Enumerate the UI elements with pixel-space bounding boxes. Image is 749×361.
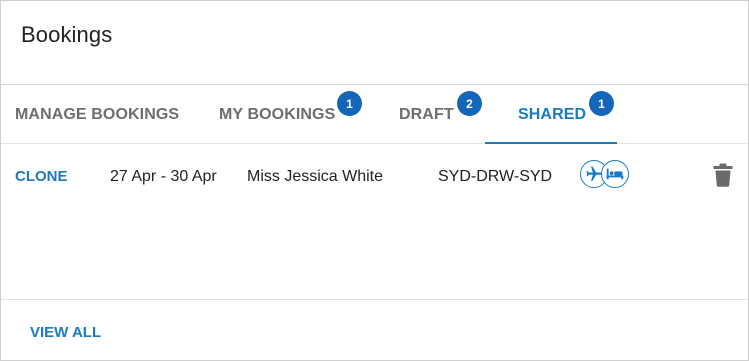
trash-icon[interactable]	[713, 163, 735, 189]
service-icons	[580, 160, 632, 190]
view-all-link[interactable]: VIEW ALL	[30, 324, 101, 341]
count-badge: 2	[457, 91, 482, 116]
count-badge: 1	[337, 91, 362, 116]
tab-label: SHARED	[518, 106, 587, 123]
booking-row: CLONE 27 Apr - 30 Apr Miss Jessica White…	[1, 144, 748, 208]
bookings-panel: Bookings MANAGE BOOKINGS MY BOOKINGS 1 D…	[0, 0, 749, 361]
panel-header: Bookings	[1, 1, 748, 85]
hotel-bed-icon	[601, 160, 629, 188]
booking-tabs: MANAGE BOOKINGS MY BOOKINGS 1 DRAFT 2 SH…	[1, 86, 748, 144]
tab-manage-bookings[interactable]: MANAGE BOOKINGS	[15, 86, 185, 143]
route: SYD-DRW-SYD	[438, 168, 553, 185]
tab-label: MANAGE BOOKINGS	[15, 106, 180, 123]
traveller-name: Miss Jessica White	[247, 168, 384, 185]
tab-label: MY BOOKINGS	[219, 106, 336, 123]
clone-button[interactable]: CLONE	[15, 168, 68, 185]
tab-my-bookings[interactable]: MY BOOKINGS 1	[219, 86, 369, 143]
tab-shared[interactable]: SHARED 1	[485, 86, 617, 144]
count-badge: 1	[589, 91, 614, 116]
tab-label: DRAFT	[399, 106, 454, 123]
tab-draft[interactable]: DRAFT 2	[399, 86, 489, 143]
panel-footer: VIEW ALL	[1, 299, 748, 361]
page-title: Bookings	[21, 22, 113, 47]
booking-dates: 27 Apr - 30 Apr	[110, 168, 217, 185]
